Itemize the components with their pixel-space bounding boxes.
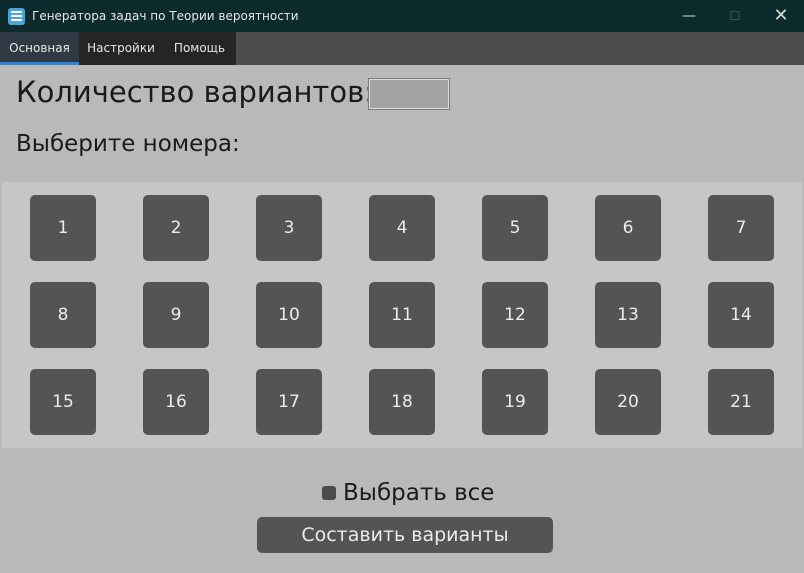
maximize-button[interactable]: ☐ (712, 0, 758, 32)
number-button-12[interactable]: 12 (482, 282, 548, 348)
number-button-14[interactable]: 14 (708, 282, 774, 348)
number-button-3[interactable]: 3 (256, 195, 322, 261)
number-button-6[interactable]: 6 (595, 195, 661, 261)
number-button-19[interactable]: 19 (482, 369, 548, 435)
tab-main[interactable]: Основная (0, 32, 79, 65)
number-button-16[interactable]: 16 (143, 369, 209, 435)
variants-count-label: Количество вариантов: (16, 75, 374, 109)
number-button-11[interactable]: 11 (369, 282, 435, 348)
tab-help[interactable]: Помощь (163, 32, 236, 65)
number-button-1[interactable]: 1 (30, 195, 96, 261)
number-button-10[interactable]: 10 (256, 282, 322, 348)
select-all-label: Выбрать все (343, 480, 495, 506)
number-button-4[interactable]: 4 (369, 195, 435, 261)
number-button-18[interactable]: 18 (369, 369, 435, 435)
checkbox-box[interactable] (322, 486, 336, 500)
choose-numbers-label: Выберите номера: (16, 131, 240, 157)
number-button-2[interactable]: 2 (143, 195, 209, 261)
number-button-13[interactable]: 13 (595, 282, 661, 348)
number-button-9[interactable]: 9 (143, 282, 209, 348)
variants-count-input[interactable] (368, 78, 450, 110)
tab-strip: Основная Настройки Помощь (0, 32, 236, 65)
number-button-21[interactable]: 21 (708, 369, 774, 435)
tab-settings[interactable]: Настройки (79, 32, 163, 65)
number-button-15[interactable]: 15 (30, 369, 96, 435)
close-button[interactable]: ✕ (758, 0, 804, 32)
number-button-8[interactable]: 8 (30, 282, 96, 348)
minimize-button[interactable]: — (666, 0, 712, 32)
title-bar: Генератора задач по Теории вероятности —… (0, 0, 804, 32)
number-button-20[interactable]: 20 (595, 369, 661, 435)
number-button-17[interactable]: 17 (256, 369, 322, 435)
number-button-7[interactable]: 7 (708, 195, 774, 261)
number-button-5[interactable]: 5 (482, 195, 548, 261)
window-title: Генератора задач по Теории вероятности (32, 9, 299, 23)
menu-bar: Основная Настройки Помощь (0, 32, 804, 65)
make-variants-button[interactable]: Составить варианты (257, 517, 553, 553)
number-grid: 1 2 3 4 5 6 7 8 9 10 11 12 13 14 15 16 17 18 19 20 21 (2, 182, 802, 448)
app-icon (8, 8, 25, 25)
header-panel: Количество вариантов: Выберите номера: (0, 65, 804, 182)
